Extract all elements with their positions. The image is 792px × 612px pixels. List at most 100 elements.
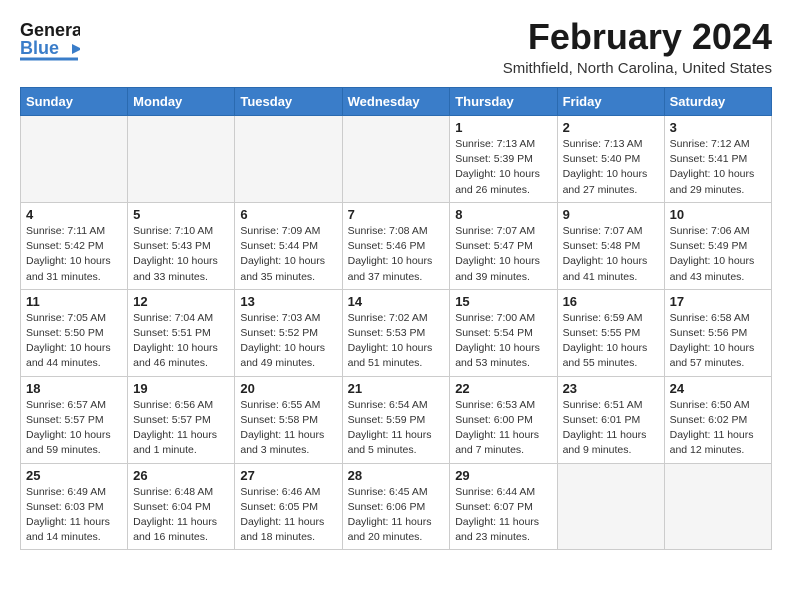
day-info: Sunrise: 6:44 AMSunset: 6:07 PMDaylight:… (455, 485, 551, 546)
day-number: 2 (563, 120, 659, 135)
day-info: Sunrise: 7:04 AMSunset: 5:51 PMDaylight:… (133, 311, 229, 372)
calendar-cell: 22 Sunrise: 6:53 AMSunset: 6:00 PMDayligh… (450, 376, 557, 463)
day-number: 1 (455, 120, 551, 135)
day-info: Sunrise: 7:13 AMSunset: 5:40 PMDaylight:… (563, 137, 659, 198)
week-row-1: 1 Sunrise: 7:13 AMSunset: 5:39 PMDaylight… (21, 116, 772, 203)
calendar-cell: 3 Sunrise: 7:12 AMSunset: 5:41 PMDaylight… (664, 116, 771, 203)
calendar-cell: 1 Sunrise: 7:13 AMSunset: 5:39 PMDaylight… (450, 116, 557, 203)
calendar-cell: 2 Sunrise: 7:13 AMSunset: 5:40 PMDaylight… (557, 116, 664, 203)
calendar-cell: 18Sunrise: 6:57 AMSunset: 5:57 PMDayligh… (21, 376, 128, 463)
logo-icon: General Blue (20, 16, 80, 66)
day-info: Sunrise: 6:53 AMSunset: 6:00 PMDaylight:… (455, 398, 551, 459)
day-number: 26 (133, 468, 229, 483)
header-day-wednesday: Wednesday (342, 88, 450, 116)
day-info: Sunrise: 6:45 AMSunset: 6:06 PMDaylight:… (348, 485, 445, 546)
day-number: 19 (133, 381, 229, 396)
calendar-cell (128, 116, 235, 203)
title-area: February 2024 Smithfield, North Carolina… (503, 16, 772, 77)
calendar-cell (235, 116, 342, 203)
day-info: Sunrise: 7:02 AMSunset: 5:53 PMDaylight:… (348, 311, 445, 372)
calendar-body: 1 Sunrise: 7:13 AMSunset: 5:39 PMDaylight… (21, 116, 772, 550)
day-number: 22 (455, 381, 551, 396)
day-info: Sunrise: 6:54 AMSunset: 5:59 PMDaylight:… (348, 398, 445, 459)
calendar-header: SundayMondayTuesdayWednesdayThursdayFrid… (21, 88, 772, 116)
calendar-cell: 7 Sunrise: 7:08 AMSunset: 5:46 PMDaylight… (342, 202, 450, 289)
day-info: Sunrise: 7:09 AMSunset: 5:44 PMDaylight:… (240, 224, 336, 285)
day-info: Sunrise: 7:07 AMSunset: 5:47 PMDaylight:… (455, 224, 551, 285)
week-row-3: 11Sunrise: 7:05 AMSunset: 5:50 PMDayligh… (21, 289, 772, 376)
header-row: SundayMondayTuesdayWednesdayThursdayFrid… (21, 88, 772, 116)
day-number: 25 (26, 468, 122, 483)
day-number: 9 (563, 207, 659, 222)
calendar-cell (557, 463, 664, 550)
day-info: Sunrise: 6:49 AMSunset: 6:03 PMDaylight:… (26, 485, 122, 546)
day-number: 5 (133, 207, 229, 222)
calendar-cell: 16Sunrise: 6:59 AMSunset: 5:55 PMDayligh… (557, 289, 664, 376)
day-number: 28 (348, 468, 445, 483)
day-info: Sunrise: 6:51 AMSunset: 6:01 PMDaylight:… (563, 398, 659, 459)
calendar-cell: 23 Sunrise: 6:51 AMSunset: 6:01 PMDayligh… (557, 376, 664, 463)
day-number: 10 (670, 207, 766, 222)
day-info: Sunrise: 6:59 AMSunset: 5:55 PMDaylight:… (563, 311, 659, 372)
day-number: 3 (670, 120, 766, 135)
calendar-cell: 10Sunrise: 7:06 AMSunset: 5:49 PMDayligh… (664, 202, 771, 289)
header-day-tuesday: Tuesday (235, 88, 342, 116)
day-number: 15 (455, 294, 551, 309)
calendar-cell: 19Sunrise: 6:56 AMSunset: 5:57 PMDayligh… (128, 376, 235, 463)
day-number: 24 (670, 381, 766, 396)
day-number: 14 (348, 294, 445, 309)
day-info: Sunrise: 7:13 AMSunset: 5:39 PMDaylight:… (455, 137, 551, 198)
page-header: General Blue February 2024 Smithfield, N… (20, 16, 772, 77)
calendar-cell: 20Sunrise: 6:55 AMSunset: 5:58 PMDayligh… (235, 376, 342, 463)
main-title: February 2024 (503, 16, 772, 58)
day-number: 23 (563, 381, 659, 396)
week-row-4: 18Sunrise: 6:57 AMSunset: 5:57 PMDayligh… (21, 376, 772, 463)
day-info: Sunrise: 7:00 AMSunset: 5:54 PMDaylight:… (455, 311, 551, 372)
calendar-cell: 8 Sunrise: 7:07 AMSunset: 5:47 PMDaylight… (450, 202, 557, 289)
calendar-cell (664, 463, 771, 550)
day-info: Sunrise: 6:57 AMSunset: 5:57 PMDaylight:… (26, 398, 122, 459)
day-number: 7 (348, 207, 445, 222)
svg-text:General: General (20, 20, 80, 40)
calendar-cell: 11Sunrise: 7:05 AMSunset: 5:50 PMDayligh… (21, 289, 128, 376)
day-number: 6 (240, 207, 336, 222)
calendar-cell (342, 116, 450, 203)
day-number: 4 (26, 207, 122, 222)
day-number: 17 (670, 294, 766, 309)
day-number: 8 (455, 207, 551, 222)
day-info: Sunrise: 6:46 AMSunset: 6:05 PMDaylight:… (240, 485, 336, 546)
day-info: Sunrise: 6:55 AMSunset: 5:58 PMDaylight:… (240, 398, 336, 459)
day-number: 21 (348, 381, 445, 396)
subtitle: Smithfield, North Carolina, United State… (503, 60, 772, 77)
day-info: Sunrise: 7:08 AMSunset: 5:46 PMDaylight:… (348, 224, 445, 285)
week-row-2: 4 Sunrise: 7:11 AMSunset: 5:42 PMDaylight… (21, 202, 772, 289)
day-info: Sunrise: 7:12 AMSunset: 5:41 PMDaylight:… (670, 137, 766, 198)
day-info: Sunrise: 7:03 AMSunset: 5:52 PMDaylight:… (240, 311, 336, 372)
calendar-cell (21, 116, 128, 203)
calendar-cell: 21 Sunrise: 6:54 AMSunset: 5:59 PMDayligh… (342, 376, 450, 463)
calendar-cell: 13Sunrise: 7:03 AMSunset: 5:52 PMDayligh… (235, 289, 342, 376)
calendar-cell: 27Sunrise: 6:46 AMSunset: 6:05 PMDayligh… (235, 463, 342, 550)
calendar-cell: 25 Sunrise: 6:49 AMSunset: 6:03 PMDayligh… (21, 463, 128, 550)
calendar-cell: 14 Sunrise: 7:02 AMSunset: 5:53 PMDayligh… (342, 289, 450, 376)
day-info: Sunrise: 7:11 AMSunset: 5:42 PMDaylight:… (26, 224, 122, 285)
calendar-cell: 28 Sunrise: 6:45 AMSunset: 6:06 PMDayligh… (342, 463, 450, 550)
day-info: Sunrise: 6:48 AMSunset: 6:04 PMDaylight:… (133, 485, 229, 546)
svg-text:Blue: Blue (20, 38, 59, 58)
calendar-table: SundayMondayTuesdayWednesdayThursdayFrid… (20, 87, 772, 550)
header-day-saturday: Saturday (664, 88, 771, 116)
calendar-cell: 4 Sunrise: 7:11 AMSunset: 5:42 PMDaylight… (21, 202, 128, 289)
calendar-cell: 12 Sunrise: 7:04 AMSunset: 5:51 PMDayligh… (128, 289, 235, 376)
day-info: Sunrise: 7:10 AMSunset: 5:43 PMDaylight:… (133, 224, 229, 285)
header-day-sunday: Sunday (21, 88, 128, 116)
calendar-cell: 15 Sunrise: 7:00 AMSunset: 5:54 PMDayligh… (450, 289, 557, 376)
day-number: 11 (26, 294, 122, 309)
calendar-cell: 6 Sunrise: 7:09 AMSunset: 5:44 PMDaylight… (235, 202, 342, 289)
day-info: Sunrise: 6:58 AMSunset: 5:56 PMDaylight:… (670, 311, 766, 372)
week-row-5: 25 Sunrise: 6:49 AMSunset: 6:03 PMDayligh… (21, 463, 772, 550)
header-day-friday: Friday (557, 88, 664, 116)
day-number: 29 (455, 468, 551, 483)
calendar-cell: 9Sunrise: 7:07 AMSunset: 5:48 PMDaylight… (557, 202, 664, 289)
day-number: 12 (133, 294, 229, 309)
day-info: Sunrise: 6:50 AMSunset: 6:02 PMDaylight:… (670, 398, 766, 459)
